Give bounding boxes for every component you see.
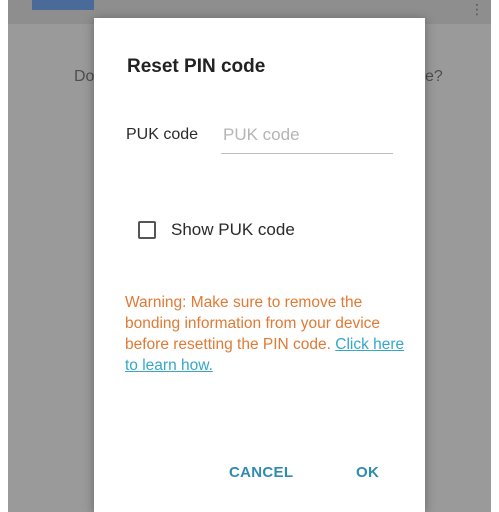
- overflow-menu-icon: ⋮: [470, 1, 484, 17]
- warning-message: Warning: Make sure to remove the bonding…: [125, 292, 405, 376]
- background-question-left: Do: [74, 68, 95, 85]
- reset-pin-dialog: Reset PIN code PUK code Show PUK code Wa…: [94, 18, 425, 512]
- background-question-right: e?: [425, 68, 443, 85]
- dialog-title: Reset PIN code: [127, 56, 266, 77]
- puk-code-input[interactable]: [221, 116, 393, 154]
- cancel-button[interactable]: CANCEL: [229, 464, 293, 481]
- background-logo: [32, 0, 94, 10]
- ok-button[interactable]: OK: [356, 464, 379, 481]
- show-puk-label[interactable]: Show PUK code: [171, 220, 295, 240]
- show-puk-checkbox[interactable]: [138, 221, 156, 239]
- puk-code-label: PUK code: [126, 126, 199, 143]
- show-puk-row[interactable]: Show PUK code: [138, 218, 295, 242]
